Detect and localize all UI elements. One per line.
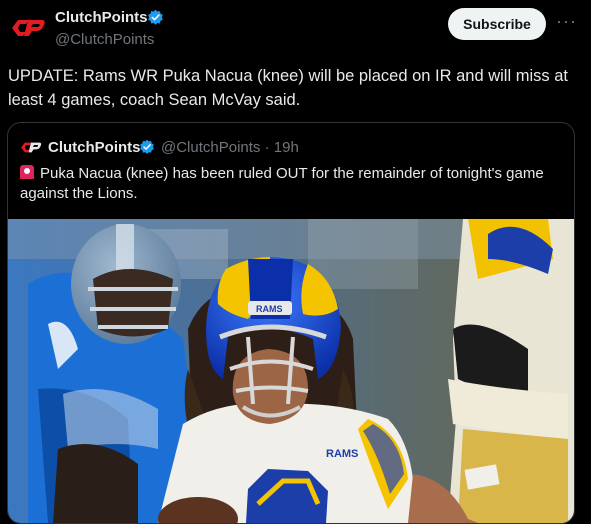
author-name[interactable]: ClutchPoints (55, 9, 148, 26)
verified-badge-icon (148, 9, 163, 25)
quoted-timestamp: 19h (273, 139, 299, 156)
subscribe-button[interactable]: Subscribe (448, 8, 546, 40)
author-handle[interactable]: @ClutchPoints (55, 31, 154, 48)
helmet-rams-text: RAMS (256, 304, 283, 314)
siren-icon (20, 165, 34, 179)
meta-separator: · (264, 139, 270, 156)
clutchpoints-avatar (21, 142, 42, 153)
quoted-author-name: ClutchPoints (48, 139, 141, 156)
more-options-icon[interactable]: ··· (556, 12, 576, 34)
jersey-rams-text: RAMS (326, 448, 358, 460)
quoted-tweet-card[interactable]: ClutchPoints @ClutchPoints · 19h Puka Na… (7, 122, 575, 524)
verified-badge-icon (140, 139, 154, 154)
quoted-tweet-text: Puka Nacua (knee) has been ruled OUT for… (20, 164, 560, 204)
tweet-photo[interactable]: RAMS RAMS (8, 219, 574, 523)
tweet-text: UPDATE: Rams WR Puka Nacua (knee) will b… (8, 67, 568, 109)
quoted-text: Puka Nacua (knee) has been ruled OUT for… (20, 165, 544, 202)
quoted-meta: @ClutchPoints · 19h (161, 139, 299, 156)
quoted-handle: @ClutchPoints (161, 139, 261, 156)
clutchpoints-logo[interactable] (10, 18, 46, 38)
